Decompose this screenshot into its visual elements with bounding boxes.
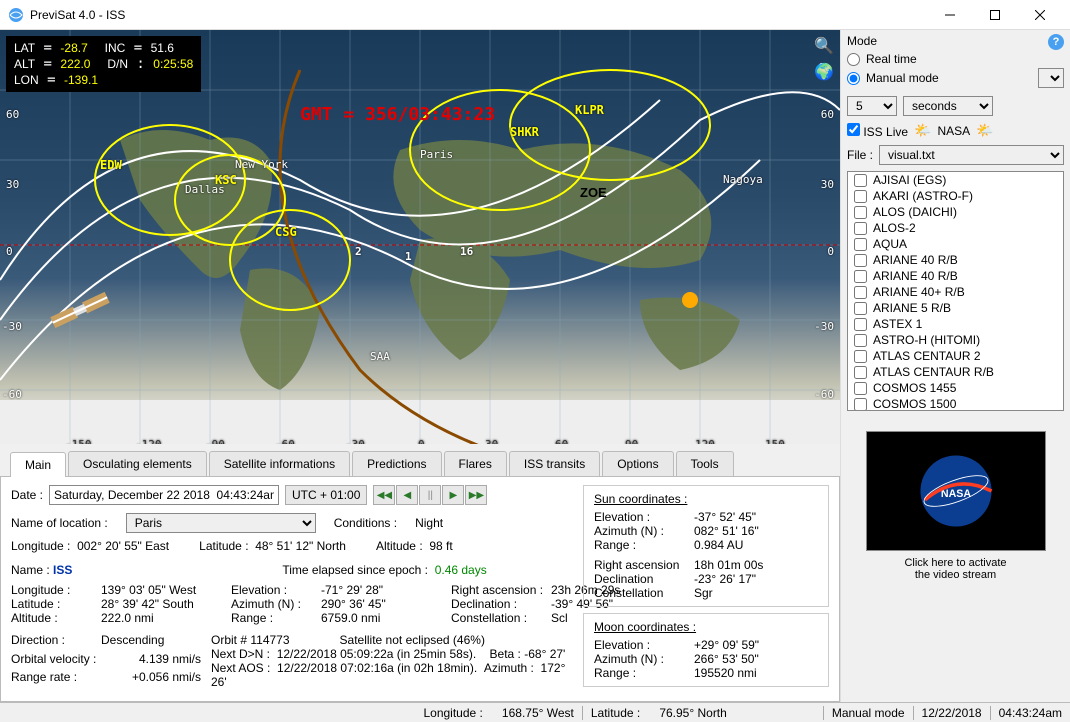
step-unit-select[interactable]: seconds [903,96,993,116]
list-item[interactable]: ASTRO-H (HITOMI) [848,332,1063,348]
rewind-button[interactable]: ◀ [396,485,418,505]
forward-fast-button[interactable]: ▶▶ [465,485,487,505]
mode-title: Mode [847,34,1064,48]
step-value-select[interactable]: 5 [847,96,897,116]
tab-osculating[interactable]: Osculating elements [68,451,207,476]
station-shkr: SHKR [510,125,539,139]
list-item[interactable]: AKARI (ASTRO-F) [848,188,1063,204]
rewind-fast-button[interactable]: ◀◀ [373,485,395,505]
video-stream-button[interactable]: NASA [866,431,1046,551]
help-icon[interactable]: ? [1048,34,1064,50]
date-label: Date : [11,488,43,502]
tab-main[interactable]: Main [10,452,66,477]
date-input[interactable] [49,485,279,505]
video-caption: Click here to activate the video stream [847,557,1064,581]
city-dallas: Dallas [185,183,225,196]
conditions-value: Night [415,516,443,530]
status-bar: Longitude : 168.75° West Latitude : 76.9… [0,702,1070,722]
tab-flares[interactable]: Flares [444,451,507,476]
play-button[interactable]: ▶ [442,485,464,505]
weather-icon[interactable]: 🌤️ [914,122,931,139]
conditions-label: Conditions : [334,516,397,530]
list-item[interactable]: AQUA [848,236,1063,252]
zoom-icon[interactable]: 🔍 [814,36,834,56]
list-item[interactable]: ASTEX 1 [848,316,1063,332]
sun-coordinates: Sun coordinates : Elevation :-37° 52' 45… [583,485,829,607]
window-title: PreviSat 4.0 - ISS [30,8,927,22]
list-item[interactable]: ALOS-2 [848,220,1063,236]
list-item[interactable]: ALOS (DAICHI) [848,204,1063,220]
list-item[interactable]: ARIANE 40 R/B [848,268,1063,284]
file-select[interactable]: visual.txt [879,145,1064,165]
satellite-name: ISS [53,563,72,577]
tab-options[interactable]: Options [602,451,673,476]
globe-icon[interactable]: 🌍 [814,62,834,82]
sidebar: ? Mode Real time Manual mode 5 seconds I… [840,30,1070,702]
gmt-clock: GMT = 356/03:43:23 [300,104,495,125]
utc-button[interactable]: UTC + 01:00 [285,485,367,505]
maximize-button[interactable] [972,0,1017,30]
iss-live-checkbox[interactable]: ISS Live [847,123,908,139]
zoe-label: ZOE [580,185,607,200]
saa-label: SAA [370,350,390,363]
window-titlebar: PreviSat 4.0 - ISS [0,0,1070,30]
weather2-icon[interactable]: 🌤️ [976,122,993,139]
telemetry-overlay: LAT = -28.7 INC = 51.6 ALT = 222.0 D/N :… [6,36,201,92]
radio-realtime[interactable]: Real time [847,52,1064,66]
main-panel: Date : UTC + 01:00 ◀◀ ◀ || ▶ ▶▶ Name of … [0,477,840,702]
station-csg: CSG [275,225,297,239]
mode-dropdown[interactable] [1038,68,1064,88]
location-label: Name of location : [11,516,108,530]
list-item[interactable]: ARIANE 5 R/B [848,300,1063,316]
minimize-button[interactable] [927,0,972,30]
list-item[interactable]: COSMOS 1455 [848,380,1063,396]
list-item[interactable]: COSMOS 1500 [848,396,1063,411]
city-nagoya: Nagoya [723,173,763,186]
tab-predictions[interactable]: Predictions [352,451,441,476]
list-item[interactable]: ARIANE 40 R/B [848,252,1063,268]
tab-satinfo[interactable]: Satellite informations [209,451,350,476]
list-item[interactable]: AJISAI (EGS) [848,172,1063,188]
city-paris: Paris [420,148,453,161]
station-klpr: KLPR [575,103,604,117]
app-icon [8,7,24,23]
station-edw: EDW [100,158,122,172]
location-select[interactable]: Paris [126,513,316,533]
close-button[interactable] [1017,0,1062,30]
satellite-list[interactable]: AJISAI (EGS) AKARI (ASTRO-F) ALOS (DAICH… [847,171,1064,411]
list-item[interactable]: ATLAS CENTAUR 2 [848,348,1063,364]
list-item[interactable]: ATLAS CENTAUR R/B [848,364,1063,380]
tab-bar: Main Osculating elements Satellite infor… [0,448,840,477]
nasa-logo-icon: NASA [911,451,1001,531]
list-item[interactable]: ARIANE 40+ R/B [848,284,1063,300]
radio-manual[interactable]: Manual mode [847,71,1034,85]
moon-coordinates: Moon coordinates : Elevation :+29° 09' 5… [583,613,829,687]
tab-transits[interactable]: ISS transits [509,451,600,476]
map-overlay [0,30,840,444]
pause-button[interactable]: || [419,485,441,505]
city-newyork: New York [235,158,288,171]
world-map[interactable]: LAT = -28.7 INC = 51.6 ALT = 222.0 D/N :… [0,30,840,444]
tab-tools[interactable]: Tools [676,451,734,476]
